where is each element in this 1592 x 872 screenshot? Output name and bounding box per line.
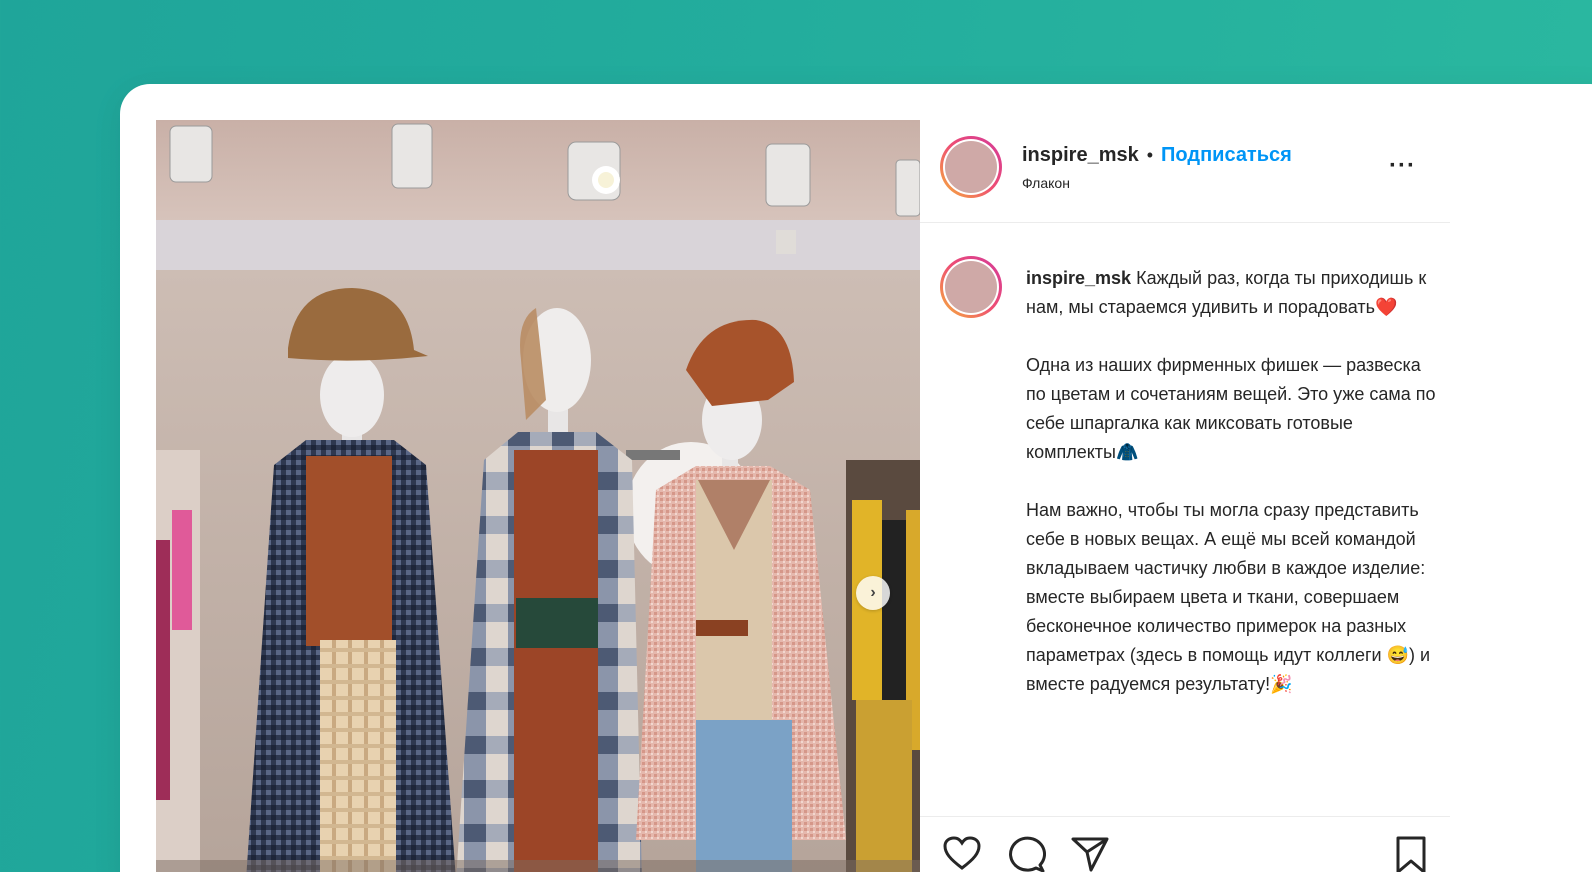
caption-username[interactable]: inspire_msk [1026, 268, 1131, 288]
avatar-border [943, 259, 999, 315]
avatar-image [945, 261, 997, 313]
follow-button[interactable]: Подписаться [1161, 144, 1292, 167]
post-side-panel: inspire_msk • Подписаться Флакон ··· ins… [920, 120, 1450, 872]
instagram-post-card: › inspire_msk • Подписаться Флакон ··· i… [120, 84, 1592, 872]
more-options-icon[interactable]: ··· [1389, 152, 1416, 180]
post-photo[interactable]: › [156, 120, 920, 872]
avatar[interactable] [940, 136, 1002, 198]
post-header: inspire_msk • Подписаться Флакон ··· [920, 120, 1450, 223]
post-actions [920, 816, 1450, 872]
separator-dot: • [1146, 145, 1154, 165]
caption-avatar[interactable] [940, 256, 1002, 318]
caption-paragraph: Нам важно, чтобы ты могла сразу представ… [1026, 500, 1431, 694]
caption-paragraph: inspire_msk Каждый раз, когда ты приходи… [1026, 264, 1436, 322]
name-line: inspire_msk • Подписаться [1022, 144, 1292, 167]
username-link[interactable]: inspire_msk [1022, 144, 1139, 167]
store-mannequins-image [156, 120, 920, 872]
avatar-border [943, 139, 999, 195]
caption-paragraph: Одна из наших фирменных фишек — развеска… [1026, 355, 1436, 462]
post-caption: inspire_msk Каждый раз, когда ты приходи… [1026, 264, 1436, 728]
location-link[interactable]: Флакон [1022, 175, 1292, 191]
chevron-right-icon[interactable]: › [856, 576, 890, 610]
header-text: inspire_msk • Подписаться Флакон [1022, 144, 1292, 191]
comment-icon[interactable] [1006, 835, 1046, 872]
heart-icon[interactable] [942, 835, 982, 871]
avatar-image [945, 141, 997, 193]
bookmark-icon[interactable] [1394, 835, 1428, 872]
paper-plane-icon[interactable] [1070, 835, 1110, 872]
